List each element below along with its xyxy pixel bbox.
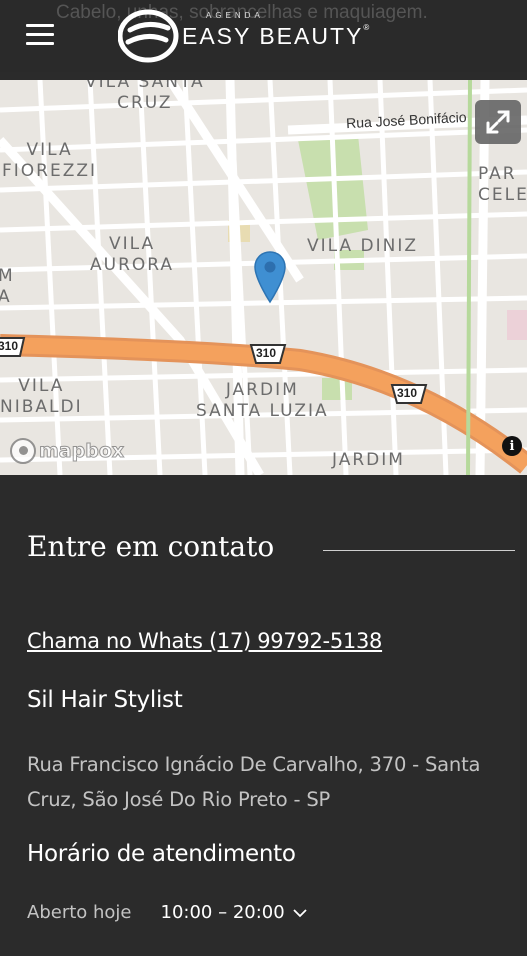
highway-shield-label-left: 310 (0, 339, 19, 353)
menu-icon[interactable] (26, 24, 54, 48)
map-label-vila-aurora: VILA AURORA (90, 234, 175, 276)
business-name: Sil Hair Stylist (27, 687, 183, 713)
app-header: Cabelo, unhas, sobrancelhas e maquiagem.… (0, 0, 527, 72)
map-label-jardim-santa-luzia: JARDIM SANTA LUZIA (196, 380, 329, 422)
info-icon[interactable]: i (502, 436, 522, 456)
map-label-parque-celeste: PAR CELE (478, 164, 527, 206)
map-label-vila-fiorezzi: VILA FIOREZZI (2, 140, 98, 182)
map-label-vila-diniz: VILA DINIZ (307, 236, 419, 256)
highway-shield-label-center: 310 (256, 346, 277, 360)
hours-value: 10:00 – 20:00 (160, 902, 285, 923)
chevron-down-icon (293, 908, 307, 917)
logo-text: AGENDA EASY BEAUTY® (182, 11, 372, 50)
business-address: Rua Francisco Ignácio De Carvalho, 370 -… (27, 753, 481, 811)
logo-mark-icon (118, 9, 179, 63)
mapbox-wordmark: mapbox (38, 440, 125, 463)
open-today-label: Aberto hoje (27, 902, 132, 923)
highway-shield-label-right: 310 (397, 386, 418, 400)
contact-section-title: Entre em contato (27, 530, 275, 563)
whatsapp-link[interactable]: Chama no Whats (17) 99792-5138 (27, 629, 382, 653)
location-map[interactable]: VILA SANTA CRUZ VILA FIOREZZI VILA AUROR… (0, 80, 527, 475)
map-label-vila-anibaldi: VILA NIBALDI (0, 376, 83, 418)
expand-icon (486, 110, 510, 134)
hours-title: Horário de atendimento (27, 841, 296, 867)
map-label-vila-santa-cruz: VILA SANTA CRUZ (85, 80, 205, 114)
mapbox-icon (10, 438, 36, 464)
map-label-left-edge: M A (0, 266, 15, 308)
logo-name-text: EASY BEAUTY® (182, 22, 372, 49)
map-pin-icon[interactable] (253, 250, 287, 304)
mapbox-attribution-logo[interactable]: mapbox (10, 438, 125, 464)
fullscreen-button[interactable] (475, 100, 521, 144)
opening-hours-toggle[interactable]: Aberto hoje 10:00 – 20:00 (27, 902, 307, 923)
map-label-jardim: JARDIM (332, 450, 405, 470)
title-divider (323, 550, 515, 551)
logo-agenda-text: AGENDA (206, 10, 264, 20)
easy-beauty-logo[interactable]: AGENDA EASY BEAUTY® (118, 8, 371, 64)
